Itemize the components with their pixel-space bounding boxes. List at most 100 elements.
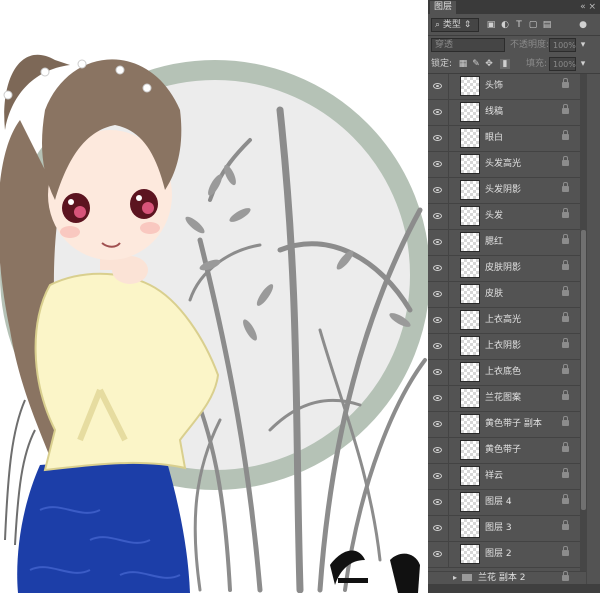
- layer-name: 头饰: [485, 81, 504, 91]
- layer-row[interactable]: 图层 4: [428, 490, 586, 516]
- filter-label: 类型: [442, 20, 461, 30]
- layer-thumbnail[interactable]: [460, 440, 480, 460]
- layer-thumbnail[interactable]: [460, 414, 480, 434]
- layer-thumbnail[interactable]: [460, 76, 480, 96]
- divider: [448, 542, 449, 568]
- layer-name: 图层 2: [485, 549, 512, 559]
- eye-icon[interactable]: [433, 343, 442, 349]
- eye-icon[interactable]: [433, 83, 442, 89]
- layer-row[interactable]: 头发: [428, 204, 586, 230]
- layer-row[interactable]: 线稿: [428, 100, 586, 126]
- layer-row[interactable]: 腮红: [428, 230, 586, 256]
- layer-row[interactable]: 头饰: [428, 74, 586, 100]
- layer-list: 头饰线稿 眼白 头发高光头发阴影头发腮红皮肤阴影皮肤上衣高光上衣阴影 上衣底色 兰花图案…: [428, 74, 586, 584]
- eye-icon[interactable]: [433, 109, 442, 115]
- eye-icon[interactable]: [433, 161, 442, 167]
- layer-thumbnail[interactable]: [460, 206, 480, 226]
- layer-thumbnail[interactable]: [460, 102, 480, 122]
- lock-all-icon[interactable]: ▮: [500, 59, 510, 69]
- opacity-field[interactable]: 100%: [549, 38, 576, 52]
- layer-row[interactable]: 上衣高光: [428, 308, 586, 334]
- filter-text-icon[interactable]: T: [514, 20, 524, 30]
- divider: [448, 152, 449, 178]
- layer-thumbnail[interactable]: [460, 518, 480, 538]
- layer-name: 图层 4: [485, 497, 512, 507]
- layer-row[interactable]: 头发高光: [428, 152, 586, 178]
- opacity-dropdown-icon[interactable]: ▾: [578, 40, 588, 50]
- layer-group-row[interactable]: ▸ 兰花 副本 2: [428, 571, 586, 584]
- layer-thumbnail[interactable]: [460, 284, 480, 304]
- layer-filter-select[interactable]: ⌕ 类型 ⇕: [431, 18, 479, 32]
- layer-row[interactable]: 皮肤: [428, 282, 586, 308]
- expand-arrow-icon[interactable]: ▸: [453, 572, 457, 584]
- blend-mode-select[interactable]: 穿透: [431, 38, 505, 52]
- fill-field[interactable]: 100%: [549, 57, 576, 71]
- lock-icon: [562, 416, 569, 426]
- layer-row[interactable]: 皮肤阴影: [428, 256, 586, 282]
- layer-row[interactable]: 上衣阴影: [428, 334, 586, 360]
- eye-icon[interactable]: [433, 187, 442, 193]
- divider: [448, 126, 449, 152]
- filter-toggle-icon[interactable]: ●: [578, 20, 588, 30]
- lock-icon: [562, 312, 569, 322]
- layer-row[interactable]: 眼白: [428, 126, 586, 152]
- layer-thumbnail[interactable]: [460, 128, 480, 148]
- layer-thumbnail[interactable]: [460, 466, 480, 486]
- lock-icon: [562, 338, 569, 348]
- eye-icon[interactable]: [433, 499, 442, 505]
- eye-icon[interactable]: [433, 551, 442, 557]
- fill-dropdown-icon[interactable]: ▾: [578, 59, 588, 69]
- eye-icon[interactable]: [433, 421, 442, 427]
- eye-icon[interactable]: [433, 447, 442, 453]
- eye-icon[interactable]: [433, 395, 442, 401]
- layer-name: 头发阴影: [485, 185, 522, 195]
- layer-name: 腮红: [485, 237, 504, 247]
- filter-smart-object-icon[interactable]: ▤: [542, 20, 552, 30]
- layer-thumbnail[interactable]: [460, 232, 480, 252]
- layer-thumbnail[interactable]: [460, 258, 480, 278]
- eye-icon[interactable]: [433, 135, 442, 141]
- layer-thumbnail[interactable]: [460, 362, 480, 382]
- lock-move-icon[interactable]: ✥: [484, 59, 494, 69]
- layer-row[interactable]: 图层 2: [428, 542, 586, 568]
- layer-row[interactable]: 头发阴影: [428, 178, 586, 204]
- artwork-canvas[interactable]: [0, 0, 428, 593]
- filter-pixel-icon[interactable]: ▣: [486, 20, 496, 30]
- eye-icon[interactable]: [433, 265, 442, 271]
- layer-thumbnail[interactable]: [460, 154, 480, 174]
- layer-row[interactable]: 图层 3: [428, 516, 586, 542]
- lock-paint-icon[interactable]: ✎: [471, 59, 481, 69]
- layer-row[interactable]: 祥云: [428, 464, 586, 490]
- search-icon: ⌕: [435, 20, 443, 30]
- lock-icon: [562, 182, 569, 192]
- panel-menu-icon[interactable]: « ×: [580, 0, 596, 14]
- layer-thumbnail[interactable]: [460, 310, 480, 330]
- layer-name: 上衣高光: [485, 315, 522, 325]
- layer-thumbnail[interactable]: [460, 336, 480, 356]
- filter-adjustment-icon[interactable]: ◐: [500, 20, 510, 30]
- eye-icon[interactable]: [433, 239, 442, 245]
- layer-row[interactable]: 上衣底色: [428, 360, 586, 386]
- eye-icon[interactable]: [433, 369, 442, 375]
- eye-icon[interactable]: [433, 473, 442, 479]
- scrollbar-thumb[interactable]: [581, 230, 586, 510]
- layer-row[interactable]: 兰花图案: [428, 386, 586, 412]
- illustration: [0, 54, 428, 593]
- layer-thumbnail[interactable]: [460, 388, 480, 408]
- layer-name: 头发: [485, 211, 504, 221]
- eye-icon[interactable]: [433, 291, 442, 297]
- tab-layers[interactable]: 图层: [430, 1, 457, 14]
- eye-icon[interactable]: [433, 317, 442, 323]
- eye-icon[interactable]: [433, 525, 442, 531]
- layer-row[interactable]: 黄色带子 副本: [428, 412, 586, 438]
- layer-name: 皮肤阴影: [485, 263, 522, 273]
- eye-icon[interactable]: [433, 213, 442, 219]
- layer-row[interactable]: 黄色带子: [428, 438, 586, 464]
- layer-thumbnail[interactable]: [460, 492, 480, 512]
- divider: [448, 100, 449, 126]
- lock-transparent-icon[interactable]: ▦: [458, 59, 468, 69]
- layer-thumbnail[interactable]: [460, 544, 480, 564]
- divider: [448, 334, 449, 360]
- filter-shape-icon[interactable]: ▢: [528, 20, 538, 30]
- layer-thumbnail[interactable]: [460, 180, 480, 200]
